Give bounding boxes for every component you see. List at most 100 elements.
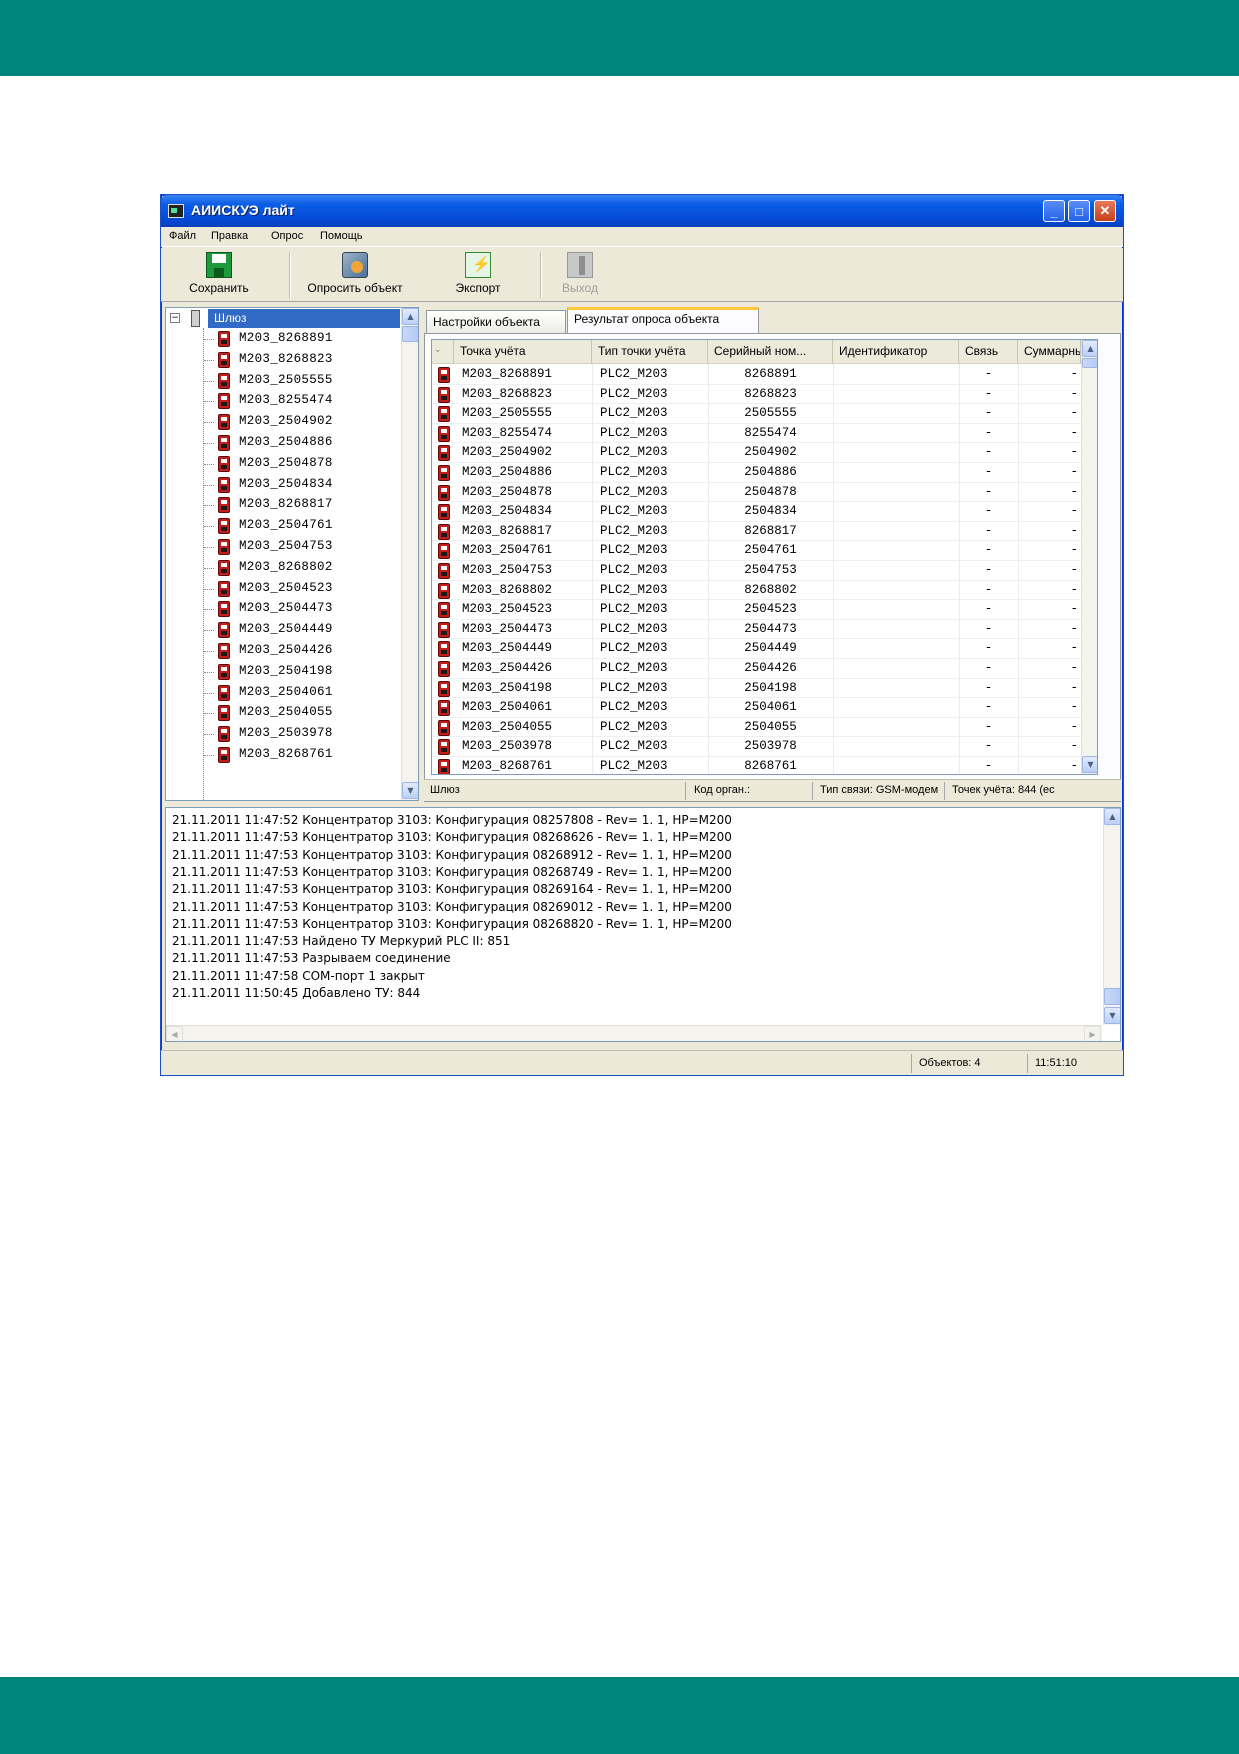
- table-row[interactable]: M203_8268761 PLC2_M203 8268761 - -: [432, 757, 1097, 774]
- event-log[interactable]: 21.11.2011 11:47:52 Концентратор 3103: К…: [165, 807, 1121, 1042]
- tree-item[interactable]: M203_2504449: [204, 620, 404, 640]
- tree-item[interactable]: M203_2504523: [204, 579, 404, 599]
- maximize-button[interactable]: □: [1068, 200, 1090, 222]
- scroll-thumb[interactable]: [1104, 988, 1120, 1005]
- tree-item-label: M203_2504878: [239, 455, 333, 470]
- cell-serial: 2504753: [744, 563, 797, 577]
- table-row[interactable]: M203_2504198 PLC2_M203 2504198 - -: [432, 679, 1097, 699]
- log-scrollbar[interactable]: ▲ ▼: [1103, 808, 1120, 1025]
- column-header-link[interactable]: Связь: [959, 340, 1018, 364]
- meter-icon: [438, 523, 450, 540]
- scroll-up-icon[interactable]: ▲: [1082, 340, 1097, 357]
- export-button[interactable]: Экспорт: [443, 252, 513, 300]
- tree-item[interactable]: M203_2504426: [204, 641, 404, 661]
- tree-branch-line: [204, 567, 214, 569]
- tree-item[interactable]: M203_2504878: [204, 454, 404, 474]
- grid-scrollbar[interactable]: ▲ ▼: [1081, 340, 1097, 774]
- save-button[interactable]: Сохранить: [183, 252, 255, 300]
- cell-point-type: PLC2_M203: [600, 602, 668, 617]
- cell-point-type: PLC2_M203: [600, 425, 668, 440]
- scroll-up-icon[interactable]: ▲: [1104, 808, 1120, 825]
- column-header-point-type[interactable]: Тип точки учёта: [592, 340, 708, 364]
- menu-edit[interactable]: Правка: [211, 230, 248, 242]
- menu-file[interactable]: Файл: [169, 230, 196, 242]
- log-entry: 21.11.2011 11:47:53 Концентратор 3103: К…: [172, 864, 732, 879]
- table-row[interactable]: M203_2504449 PLC2_M203 2504449 - -: [432, 639, 1097, 659]
- scroll-thumb[interactable]: [1082, 358, 1097, 368]
- table-row[interactable]: M203_8268817 PLC2_M203 8268817 - -: [432, 522, 1097, 542]
- tree-item[interactable]: M203_8268823: [204, 350, 404, 370]
- poll-object-button[interactable]: Опросить объект: [295, 252, 415, 300]
- object-tree[interactable]: − Шлюз M203_8268891 M203_8268823 M203_2505…: [165, 307, 419, 801]
- tree-item[interactable]: M203_2504061: [204, 683, 404, 703]
- scroll-up-icon[interactable]: ▲: [402, 308, 418, 325]
- scroll-down-icon[interactable]: ▼: [1082, 756, 1097, 773]
- table-row[interactable]: M203_8268802 PLC2_M203 8268802 - -: [432, 581, 1097, 601]
- tree-item[interactable]: M203_2504834: [204, 475, 404, 495]
- scroll-thumb[interactable]: [402, 326, 418, 342]
- tree-item-label: M203_2503978: [239, 726, 333, 741]
- cell-total: -: [1070, 504, 1078, 519]
- cell-point-type: PLC2_M203: [600, 504, 668, 519]
- sort-indicator-icon[interactable]: ⌄: [432, 340, 454, 364]
- tree-item[interactable]: M203_8255474: [204, 391, 404, 411]
- table-row[interactable]: M203_2504761 PLC2_M203 2504761 - -: [432, 541, 1097, 561]
- table-row[interactable]: M203_2504473 PLC2_M203 2504473 - -: [432, 620, 1097, 640]
- table-row[interactable]: M203_2505555 PLC2_M203 2505555 - -: [432, 404, 1097, 424]
- title-bar[interactable]: АИИСКУЭ лайт _ □ ✕: [161, 195, 1123, 227]
- tree-branch-line: [204, 547, 214, 548]
- tree-item[interactable]: M203_2503978: [204, 724, 404, 744]
- meter-icon: [218, 435, 230, 451]
- column-header-identifier[interactable]: Идентификатор: [833, 340, 959, 364]
- column-header-serial[interactable]: Серийный ном...: [708, 340, 833, 364]
- poll-result-grid[interactable]: ⌄ Точка учёта Тип точки учёта Серийный н…: [431, 339, 1098, 775]
- menu-poll[interactable]: Опрос: [271, 230, 303, 242]
- poll-object-label: Опросить объект: [307, 281, 403, 295]
- tree-scrollbar[interactable]: ▲ ▼: [401, 308, 418, 800]
- table-row[interactable]: M203_2504834 PLC2_M203 2504834 - -: [432, 502, 1097, 522]
- minimize-button[interactable]: _: [1043, 200, 1065, 222]
- table-row[interactable]: M203_2504886 PLC2_M203 2504886 - -: [432, 463, 1097, 483]
- table-row[interactable]: M203_2504426 PLC2_M203 2504426 - -: [432, 659, 1097, 679]
- column-header-total[interactable]: Суммарнь: [1018, 340, 1081, 364]
- menu-help[interactable]: Помощь: [320, 230, 363, 242]
- log-horizontal-scrollbar[interactable]: ◀ ▶: [166, 1025, 1102, 1041]
- tree-root-node[interactable]: − Шлюз: [166, 309, 400, 328]
- table-row[interactable]: M203_2504902 PLC2_M203 2504902 - -: [432, 443, 1097, 463]
- tree-item[interactable]: M203_2505555: [204, 371, 404, 391]
- scroll-left-icon[interactable]: ◀: [166, 1026, 183, 1041]
- scroll-right-icon[interactable]: ▶: [1084, 1026, 1101, 1041]
- table-row[interactable]: M203_8268891 PLC2_M203 8268891 - -: [432, 365, 1097, 385]
- exit-button[interactable]: Выход: [547, 252, 613, 300]
- close-button[interactable]: ✕: [1094, 200, 1116, 222]
- meter-icon: [218, 747, 230, 763]
- tree-item[interactable]: M203_8268761: [204, 745, 404, 765]
- collapse-icon[interactable]: −: [170, 313, 180, 323]
- table-row[interactable]: M203_2504061 PLC2_M203 2504061 - -: [432, 698, 1097, 718]
- table-row[interactable]: M203_2504753 PLC2_M203 2504753 - -: [432, 561, 1097, 581]
- tree-item-label: M203_2504061: [239, 684, 333, 699]
- tree-item[interactable]: M203_2504886: [204, 433, 404, 453]
- tree-item[interactable]: M203_8268891: [204, 329, 404, 349]
- table-row[interactable]: M203_8268823 PLC2_M203 8268823 - -: [432, 385, 1097, 405]
- table-row[interactable]: M203_8255474 PLC2_M203 8255474 - -: [432, 424, 1097, 444]
- tree-branch-line: [204, 505, 214, 507]
- tree-item[interactable]: M203_2504055: [204, 703, 404, 723]
- tab-poll-result[interactable]: Результат опроса объекта: [567, 307, 759, 334]
- tree-item-label: M203_8268891: [239, 331, 333, 345]
- tree-item[interactable]: M203_8268802: [204, 558, 404, 578]
- tree-item[interactable]: M203_2504902: [204, 412, 404, 432]
- scroll-down-icon[interactable]: ▼: [402, 782, 418, 799]
- table-row[interactable]: M203_2504055 PLC2_M203 2504055 - -: [432, 718, 1097, 738]
- table-row[interactable]: M203_2504523 PLC2_M203 2504523 - -: [432, 600, 1097, 620]
- tree-item[interactable]: M203_2504473: [204, 599, 404, 619]
- tree-item[interactable]: M203_2504761: [204, 516, 404, 536]
- column-header-point[interactable]: Точка учёта: [454, 340, 592, 364]
- scroll-down-icon[interactable]: ▼: [1104, 1007, 1120, 1024]
- tab-object-settings[interactable]: Настройки объекта: [426, 310, 566, 334]
- table-row[interactable]: M203_2504878 PLC2_M203 2504878 - -: [432, 483, 1097, 503]
- tree-item[interactable]: M203_8268817: [204, 495, 404, 515]
- tree-item[interactable]: M203_2504753: [204, 537, 404, 557]
- tree-item[interactable]: M203_2504198: [204, 662, 404, 682]
- table-row[interactable]: M203_2503978 PLC2_M203 2503978 - -: [432, 737, 1097, 757]
